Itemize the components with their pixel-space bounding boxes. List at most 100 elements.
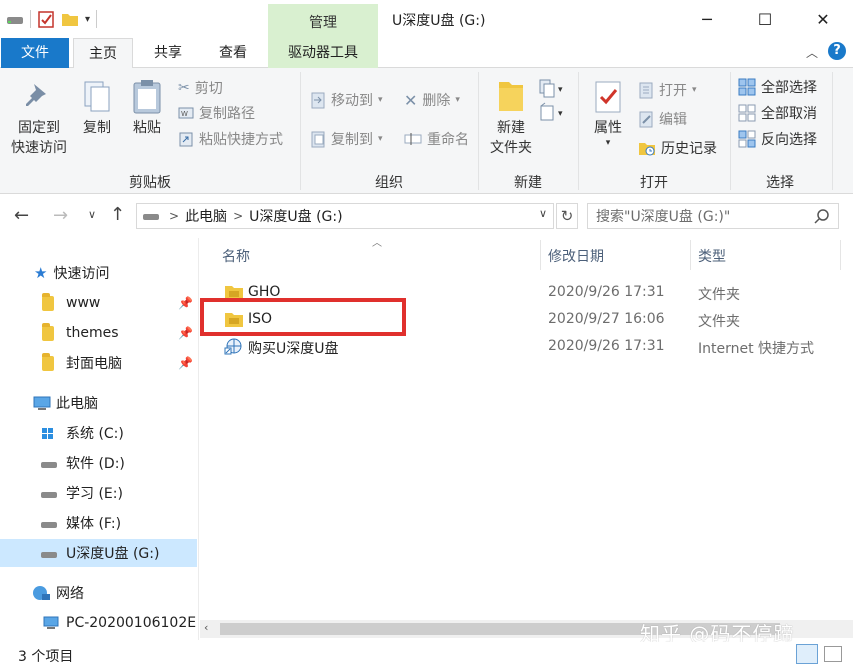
nav-this-pc[interactable]: 此电脑 (0, 389, 197, 417)
manage-label[interactable]: 管理 (268, 12, 378, 32)
paste-label: 粘贴 (133, 120, 161, 136)
nav-network[interactable]: 网络 (0, 579, 197, 607)
maximize-button[interactable]: ☐ (736, 0, 794, 38)
svg-text:W: W (181, 110, 188, 118)
open-icon (639, 82, 653, 99)
refresh-icon[interactable]: ↻ (556, 203, 578, 229)
help-icon[interactable]: ? (828, 42, 846, 60)
tab-home[interactable]: 主页 (73, 38, 133, 69)
copy-to-button[interactable]: 复制到 ▾ (310, 128, 383, 150)
copy-path-button[interactable]: W 复制路径 (178, 102, 255, 124)
move-to-icon (311, 92, 325, 109)
address-dropdown-icon[interactable]: ∨ (539, 207, 547, 220)
nav-network-pc[interactable]: PC-20200106102E (0, 609, 197, 637)
open-button[interactable]: 打开 ▾ (638, 79, 697, 101)
close-button[interactable]: ✕ (794, 0, 852, 38)
drive-icon (41, 552, 57, 558)
star-icon: ★ (34, 264, 48, 282)
nav-drive-item[interactable]: 软件 (D:) (0, 449, 197, 477)
breadcrumb-drive[interactable]: U深度U盘 (G:) (249, 206, 342, 226)
column-header-modified[interactable]: 修改日期 (548, 246, 604, 266)
search-icon (814, 209, 829, 224)
select-all-label: 全部选择 (761, 80, 817, 96)
nav-drive-item[interactable]: 媒体 (F:) (0, 509, 197, 537)
qat-dropdown-icon[interactable]: ▾ (85, 14, 90, 25)
select-none-button[interactable]: 全部取消 (738, 102, 817, 124)
history-button[interactable]: 历史记录 (638, 137, 717, 159)
select-all-button[interactable]: 全部选择 (738, 76, 817, 98)
select-none-label: 全部取消 (761, 106, 817, 122)
breadcrumb-this-pc[interactable]: 此电脑 (185, 206, 227, 226)
group-separator (832, 72, 833, 190)
minimize-button[interactable]: ─ (678, 0, 736, 38)
nav-drive-item[interactable]: 系统 (C:) (0, 419, 197, 447)
folder-icon[interactable] (61, 11, 79, 27)
new-item-button[interactable]: ▾ (538, 78, 568, 104)
invert-selection-button[interactable]: 反向选择 (738, 128, 817, 150)
easy-access-button[interactable]: ▾ (538, 102, 568, 128)
copy-icon (84, 81, 110, 112)
file-row[interactable]: 购买U深度U盘 2020/9/26 17:31 Internet 快捷方式 (200, 334, 840, 360)
pin-to-quick-access-button[interactable]: 固定到 快速访问 (8, 80, 70, 158)
nav-drive-item-selected[interactable]: U深度U盘 (G:) (0, 539, 197, 567)
delete-icon: ✕ (404, 90, 418, 110)
properties-label: 属性 (594, 120, 622, 136)
column-header-type[interactable]: 类型 (698, 246, 726, 266)
select-group-label: 选择 (766, 175, 794, 191)
properties-icon[interactable] (37, 10, 55, 28)
rename-button[interactable]: 重命名 (404, 128, 469, 150)
scroll-left-icon[interactable]: ‹ (204, 621, 208, 634)
nav-quick-access[interactable]: ★ 快速访问 (0, 259, 197, 287)
collapse-ribbon-icon[interactable]: ︿ (806, 44, 818, 61)
column-header-name[interactable]: 名称 (222, 246, 250, 266)
recent-locations-icon[interactable]: ∨ (88, 208, 96, 221)
nav-quick-access-label: 快速访问 (53, 266, 110, 282)
nav-pinned-item[interactable]: 封面电脑 📌 (0, 349, 197, 377)
svg-text:▾: ▾ (558, 85, 563, 95)
nav-pinned-item[interactable]: www 📌 (0, 289, 197, 317)
edit-button[interactable]: 编辑 (638, 108, 687, 130)
delete-label: 删除 (422, 93, 451, 109)
tab-file[interactable]: 文件 (1, 38, 69, 68)
tab-drive-tools[interactable]: 驱动器工具 (268, 38, 378, 68)
invert-selection-label: 反向选择 (761, 132, 817, 148)
nav-pinned-label: 封面电脑 (66, 356, 122, 372)
back-arrow-icon[interactable]: ← (14, 205, 29, 226)
up-arrow-icon[interactable]: ↑ (110, 204, 125, 225)
column-divider (690, 240, 691, 270)
copy-button[interactable]: 复制 (76, 80, 118, 138)
properties-dropdown-icon: ▾ (605, 138, 611, 148)
open-dropdown-icon: ▾ (692, 85, 697, 95)
copy-to-dropdown-icon: ▾ (378, 134, 383, 144)
paste-button[interactable]: 粘贴 (126, 78, 168, 138)
select-none-icon (738, 104, 756, 122)
nav-pinned-item[interactable]: themes 📌 (0, 319, 197, 347)
drive-icon[interactable] (6, 12, 24, 26)
address-bar[interactable]: > 此电脑 > U深度U盘 (G:) ∨ (136, 203, 554, 229)
new-folder-button[interactable]: 新建 文件夹 (484, 78, 538, 158)
properties-button[interactable]: 属性 ▾ (586, 80, 630, 148)
easy-access-icon: ▾ (540, 102, 563, 121)
forward-arrow-icon[interactable]: → (53, 205, 68, 226)
nav-drive-label: 系统 (C:) (66, 426, 124, 442)
tab-view[interactable]: 查看 (204, 38, 262, 68)
search-input[interactable]: 搜索"U深度U盘 (G:)" (587, 203, 839, 229)
windows-drive-icon (42, 428, 53, 439)
drive-icon (143, 214, 159, 220)
paste-shortcut-button[interactable]: 粘贴快捷方式 (178, 128, 283, 150)
nav-drive-label: 软件 (D:) (66, 456, 125, 472)
move-to-dropdown-icon: ▾ (378, 95, 383, 105)
details-view-icon[interactable] (796, 644, 818, 664)
delete-button[interactable]: ✕ 删除 ▾ (404, 89, 460, 111)
nav-drive-item[interactable]: 学习 (E:) (0, 479, 197, 507)
new-folder-icon (499, 82, 523, 111)
nav-drive-label: U深度U盘 (G:) (66, 546, 160, 562)
column-divider (840, 240, 841, 270)
cut-button[interactable]: ✂ 剪切 (178, 77, 223, 99)
properties-check-icon (595, 81, 621, 113)
large-icons-view-icon[interactable] (824, 646, 842, 662)
tab-share[interactable]: 共享 (140, 38, 196, 68)
folder-icon (42, 322, 54, 341)
move-to-button[interactable]: 移动到 ▾ (310, 89, 383, 111)
edit-icon (639, 111, 653, 128)
